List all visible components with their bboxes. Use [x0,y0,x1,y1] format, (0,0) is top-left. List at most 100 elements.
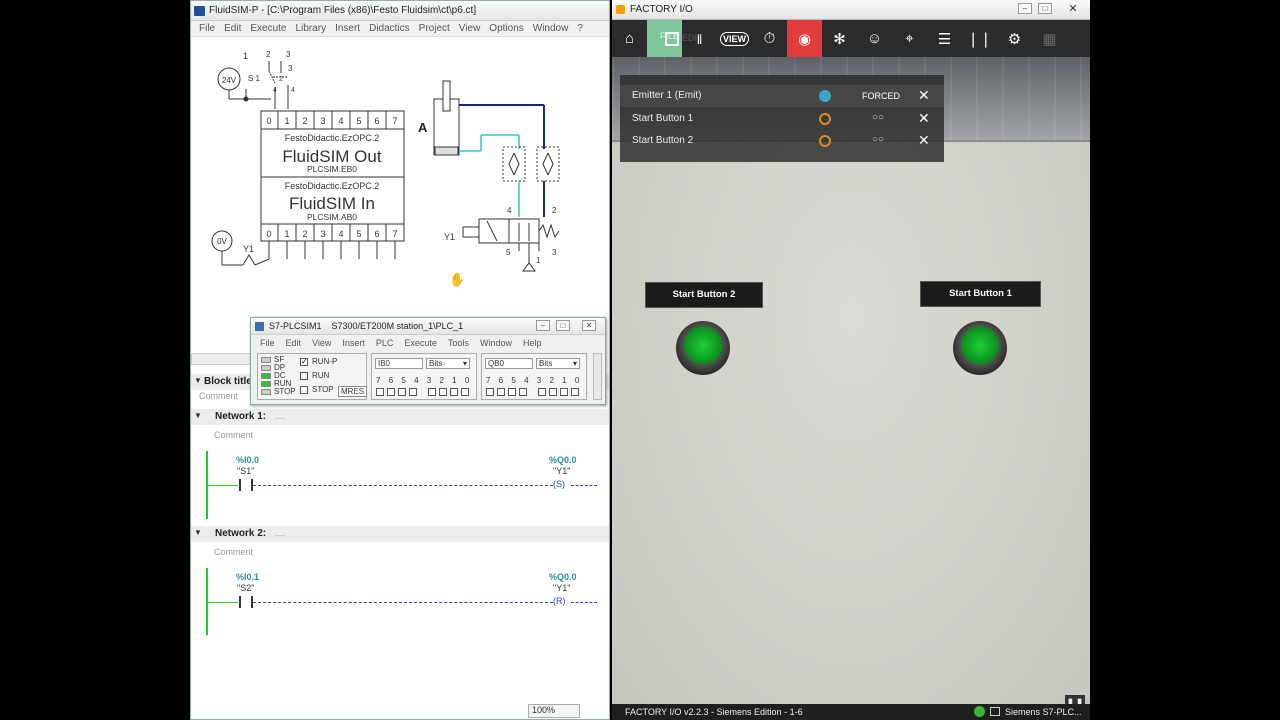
output-bit-6[interactable] [497,388,505,396]
menu-plc[interactable]: PLC [376,338,394,348]
start-button-2[interactable] [676,321,730,375]
svg-text:2: 2 [302,229,307,239]
input-bit-3[interactable] [428,388,436,396]
factoryio-window: FACTORY I/O – □ ✕ ⌂ FILE EDIT ‖ VIEW ⏱ ◉ … [612,0,1090,720]
input-bit-2[interactable] [439,388,447,396]
no-contact-symbol[interactable] [239,479,253,491]
svg-text:1: 1 [284,229,289,239]
menu-view[interactable]: View [312,338,331,348]
input-bit-5[interactable] [398,388,406,396]
output-bit-1[interactable] [560,388,568,396]
menu-didactics[interactable]: Didactics [369,23,410,34]
menu-help[interactable]: ? [577,23,583,34]
input-bit-1[interactable] [450,388,458,396]
menu-edit[interactable]: Edit [224,23,241,34]
close-button[interactable]: ✕ [1060,2,1086,16]
run-checkbox[interactable] [300,372,308,380]
tag-row[interactable]: Start Button 2 ○○ ✕ [620,130,944,152]
stop-checkbox[interactable] [300,386,308,394]
menu-execute[interactable]: Execute [404,338,437,348]
view-button[interactable]: VIEW [717,20,752,57]
output-address-field[interactable]: QB0 [485,358,533,369]
menu-insert[interactable]: Insert [335,23,360,34]
menu-file[interactable]: File [199,23,215,34]
remove-tag-icon[interactable]: ✕ [918,132,930,149]
target-icon[interactable]: ⌖ [892,20,927,57]
settings-icon[interactable]: ⚙ [997,20,1032,57]
glasses-icon[interactable]: ○○ [872,134,884,145]
svg-text:2: 2 [279,76,283,83]
tag-row[interactable]: Emitter 1 (Emit) FORCED ✕ [620,85,944,107]
input-format-select[interactable]: Bits ▾ [426,358,470,369]
mres-button[interactable]: MRES [338,386,368,397]
menu-options[interactable]: Options [489,23,523,34]
driver-icon [990,707,1000,716]
close-button[interactable]: ✕ [582,320,596,331]
input-bit-0[interactable] [461,388,469,396]
tag-row[interactable]: Start Button 1 ○○ ✕ [620,108,944,130]
record-icon[interactable]: ◉ [787,20,822,57]
fan-icon[interactable]: ✻ [822,20,857,57]
menu-file[interactable]: File [260,338,275,348]
minimize-button[interactable]: – [536,320,550,331]
sensor-icon[interactable]: ❘❘ [962,20,997,57]
block-comment[interactable]: Comment [199,391,238,401]
output-bit-2[interactable] [549,388,557,396]
output-bit-3[interactable] [538,388,546,396]
start-button-1[interactable] [953,321,1007,375]
network-1-comment[interactable]: Comment [214,430,253,440]
in-block-name: FluidSIM In [289,194,375,213]
edit-button[interactable]: EDIT ‖ [682,20,717,57]
no-contact-symbol[interactable] [239,596,253,608]
output-bit-5[interactable] [508,388,516,396]
input-bit-7[interactable] [376,388,384,396]
menu-project[interactable]: Project [419,23,450,34]
output-format-select[interactable]: Bits ▾ [536,358,580,369]
glasses-icon[interactable]: ○○ [872,112,884,123]
network-2-header[interactable]: ▼ Network 2: .... [191,526,609,542]
network-2-comment[interactable]: Comment [214,547,253,557]
network-1-header[interactable]: ▼ Network 1: .... [191,409,609,425]
vertical-scrollbar[interactable] [593,353,602,400]
menu-window[interactable]: Window [480,338,512,348]
maximize-button[interactable]: □ [1038,3,1052,14]
run-p-checkbox[interactable]: ✓ [300,358,308,366]
menu-execute[interactable]: Execute [250,23,286,34]
output-bit-7[interactable] [486,388,494,396]
set-coil-symbol[interactable]: (S) [553,479,565,489]
svg-text:4: 4 [338,116,343,126]
list-icon[interactable]: ☰ [927,20,962,57]
input-variable-panel: IB0 Bits ▾ 7 6 5 4 3 2 1 0 [371,353,477,400]
svg-text:6: 6 [374,229,379,239]
minimize-button[interactable]: – [1018,3,1032,14]
reset-coil-symbol[interactable]: (R) [553,596,566,606]
menu-help[interactable]: Help [523,338,542,348]
ladder-wire [253,602,553,603]
factory-icon[interactable]: ⌂ [612,20,647,57]
input-address-field[interactable]: IB0 [375,358,423,369]
file-button[interactable]: FILE [647,20,682,57]
factoryio-titlebar: FACTORY I/O – □ ✕ [612,0,1090,20]
status-driver[interactable]: Siemens S7-PLC... [1005,707,1082,717]
menu-library[interactable]: Library [296,23,327,34]
input-bit-labels: 7 6 5 4 3 2 1 0 [376,376,473,385]
remove-tag-icon[interactable]: ✕ [918,110,930,127]
zoom-field[interactable]: 100% [528,704,580,718]
stopwatch-icon[interactable]: ⏱ [752,20,787,57]
menu-tools[interactable]: Tools [448,338,469,348]
input-bit-6[interactable] [387,388,395,396]
menu-view[interactable]: View [459,23,481,34]
menu-window[interactable]: Window [533,23,569,34]
output-bit-4[interactable] [519,388,527,396]
output-bit-0[interactable] [571,388,579,396]
menu-insert[interactable]: Insert [342,338,365,348]
factoryio-statusbar: FACTORY I/O v2.2.3 - Siemens Edition - 1… [612,704,1090,720]
remove-tag-icon[interactable]: ✕ [918,87,930,104]
input-bit-checkboxes [376,388,469,396]
maximize-button[interactable]: □ [556,320,570,331]
input-bit-4[interactable] [409,388,417,396]
person-icon[interactable]: ☺ [857,20,892,57]
horizontal-scrollbar[interactable] [191,353,251,365]
menu-edit[interactable]: Edit [286,338,302,348]
grid-icon[interactable]: ▦ [1032,20,1067,57]
